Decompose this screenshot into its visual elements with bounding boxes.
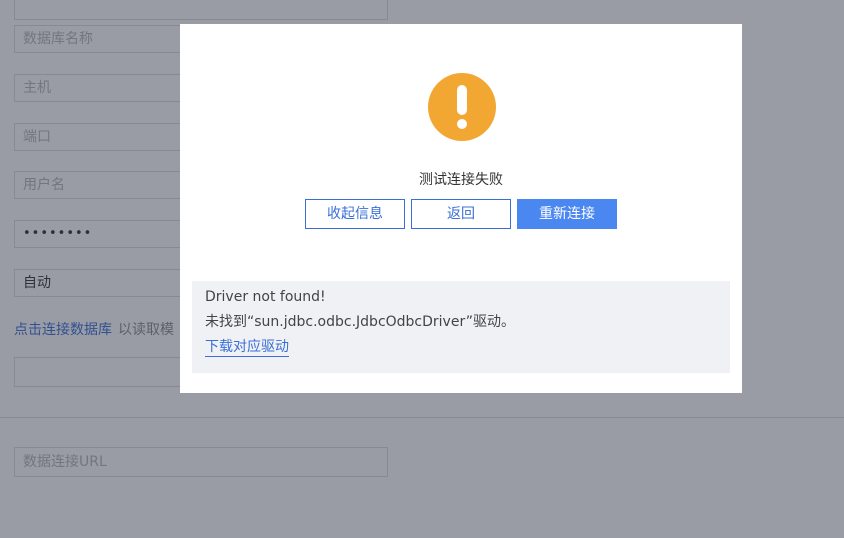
connection-failed-dialog: 测试连接失败 收起信息 返回 重新连接 Driver not found! 未找… <box>180 24 742 393</box>
error-text: Driver not found! <box>205 289 326 305</box>
back-button[interactable]: 返回 <box>411 199 511 229</box>
error-detail-panel: Driver not found! 未找到“sun.jdbc.odbc.Jdbc… <box>192 281 730 373</box>
warning-icon <box>428 73 496 141</box>
download-driver-link[interactable]: 下载对应驱动 <box>205 338 289 357</box>
reconnect-button[interactable]: 重新连接 <box>517 199 617 229</box>
dialog-title: 测试连接失败 <box>419 172 503 188</box>
error-message: 未找到“sun.jdbc.odbc.JdbcOdbcDriver”驱动。 <box>205 314 516 330</box>
collapse-info-button[interactable]: 收起信息 <box>305 199 405 229</box>
